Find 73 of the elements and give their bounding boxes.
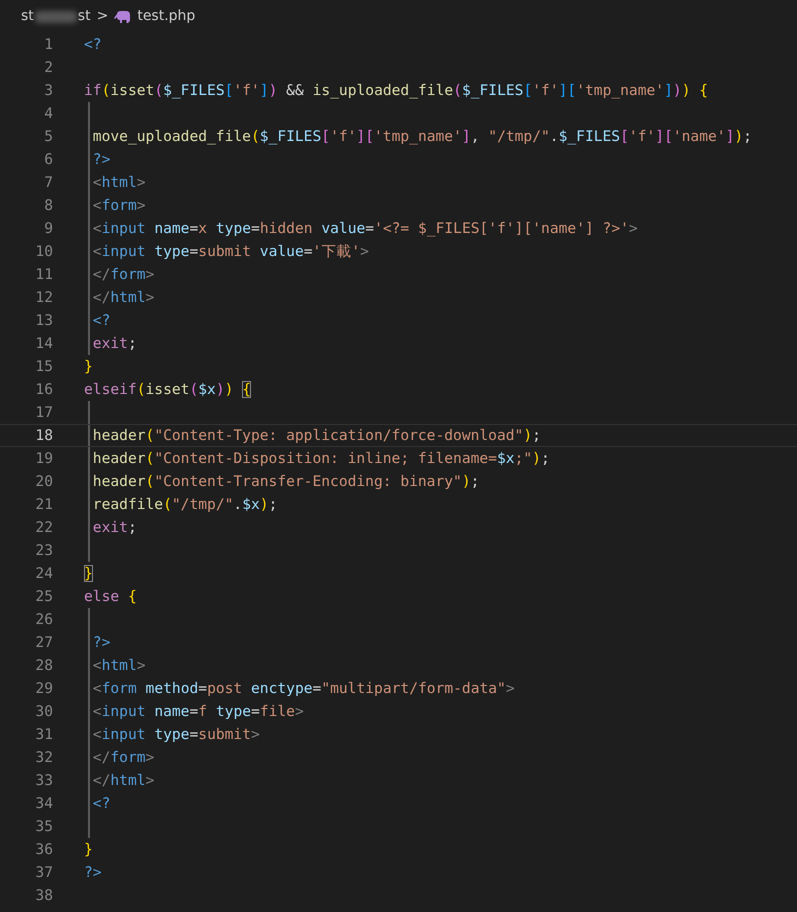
- line-number: 20: [34, 472, 53, 492]
- code-line: ?>: [92, 150, 110, 170]
- code-line: </form>: [92, 264, 154, 285]
- code-line: header("Content-Disposition: inline; filename=$x;");: [92, 448, 550, 469]
- code-line: <html>: [92, 656, 146, 676]
- line-number: 28: [34, 656, 53, 676]
- code-line: ?>: [84, 862, 102, 883]
- line-number: 27: [34, 632, 53, 653]
- code-line: move_uploaded_file($_FILES['f']['tmp_name'], "/tmp/".$_FILES['f']['name']);: [92, 126, 752, 147]
- code-line: </form>: [92, 748, 154, 768]
- code-line: <form method=post enctype="multipart/form-data">: [92, 678, 515, 699]
- line-number: 11: [34, 264, 53, 285]
- code-line: }: [84, 564, 93, 584]
- line-number: 6: [43, 150, 53, 170]
- line-number: 35: [34, 816, 53, 837]
- code-line: else {: [84, 586, 137, 607]
- line-number: 12: [34, 288, 53, 308]
- elephant-icon: [114, 10, 132, 22]
- code-line: <html>: [92, 172, 146, 193]
- code-line: header("Content-Transfer-Encoding: binary");: [92, 472, 480, 492]
- line-number: 29: [34, 678, 53, 699]
- line-number: 7: [43, 172, 53, 193]
- line-number: 19: [34, 448, 53, 469]
- breadcrumb-folder[interactable]: st st: [21, 6, 91, 27]
- code-line: exit;: [92, 334, 137, 354]
- code-line: exit;: [92, 518, 137, 538]
- code-line: readfile("/tmp/".$x);: [92, 494, 278, 515]
- line-number: 16: [34, 380, 53, 400]
- code-line: </html>: [92, 288, 154, 308]
- code-line: <input type=submit>: [92, 724, 260, 745]
- code-line: </html>: [92, 770, 154, 791]
- line-number: 38: [34, 886, 53, 906]
- line-number: 14: [34, 334, 53, 354]
- line-number: 15: [34, 356, 53, 377]
- line-number: 10: [34, 242, 53, 262]
- line-number: 26: [34, 610, 53, 630]
- line-number: 36: [34, 840, 53, 860]
- line-number: 5: [43, 126, 53, 147]
- line-number: 9: [43, 218, 53, 239]
- code-line: <form>: [92, 196, 146, 216]
- code-line: <input name=f type=file>: [92, 702, 304, 722]
- code-line: <?: [92, 310, 110, 331]
- line-number: 17: [34, 402, 53, 423]
- line-number: 2: [43, 58, 53, 78]
- line-number: 3: [43, 80, 53, 101]
- line-number: 8: [43, 196, 53, 216]
- line-number: 30: [34, 702, 53, 722]
- code-line: }: [84, 840, 93, 860]
- line-number: 31: [34, 724, 53, 745]
- line-number: 13: [34, 310, 53, 331]
- line-number: 25: [34, 586, 53, 607]
- line-number: 23: [34, 540, 53, 561]
- line-number: 18: [34, 426, 53, 446]
- code-line: <input type=submit value='下載'>: [92, 242, 369, 262]
- line-number: 32: [34, 748, 53, 768]
- code-line: <input name=x type=hidden value='<?= $_FILES['f']['name'] ?>'>: [92, 218, 638, 239]
- code-line: if(isset($_FILES['f']) && is_uploaded_file($_FILES['f']['tmp_name'])) {: [84, 80, 708, 101]
- breadcrumb-file[interactable]: test.php: [137, 6, 196, 27]
- line-number: 22: [34, 518, 53, 538]
- code-line: }: [84, 356, 93, 377]
- code-line: header("Content-Type: application/force-download");: [92, 426, 541, 446]
- breadcrumb-separator: >: [96, 7, 108, 26]
- line-number: 24: [34, 564, 53, 584]
- code-line: <?: [84, 34, 102, 55]
- code-line: <?: [92, 794, 110, 814]
- line-number: 33: [34, 770, 53, 791]
- line-number: 37: [34, 862, 53, 883]
- line-number: 4: [43, 104, 53, 124]
- line-number: 1: [43, 34, 53, 55]
- code-line: ?>: [92, 632, 110, 653]
- code-line: elseif(isset($x)) {: [84, 380, 252, 400]
- line-number: 21: [34, 494, 53, 515]
- line-number: 34: [34, 794, 53, 814]
